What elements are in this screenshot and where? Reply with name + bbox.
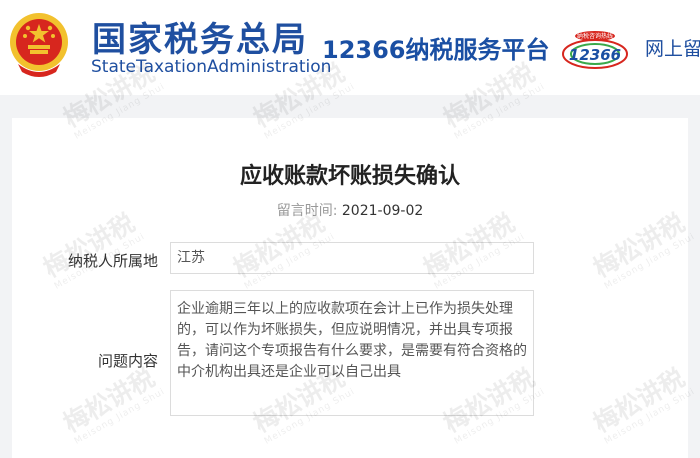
- nav-online-message-link[interactable]: 网上留: [645, 34, 700, 61]
- agency-name-cn: 国家税务总局: [92, 20, 308, 60]
- hotline-12366-logo: 纳税咨询热线 12366: [562, 31, 628, 69]
- page-title: 应收账款坏账损失确认: [239, 164, 460, 189]
- date-value: 2021-09-02: [341, 203, 424, 219]
- logo-small-text: 纳税咨询热线: [577, 32, 613, 40]
- national-emblem-icon: [10, 13, 68, 77]
- logo-number: 12366: [569, 46, 621, 64]
